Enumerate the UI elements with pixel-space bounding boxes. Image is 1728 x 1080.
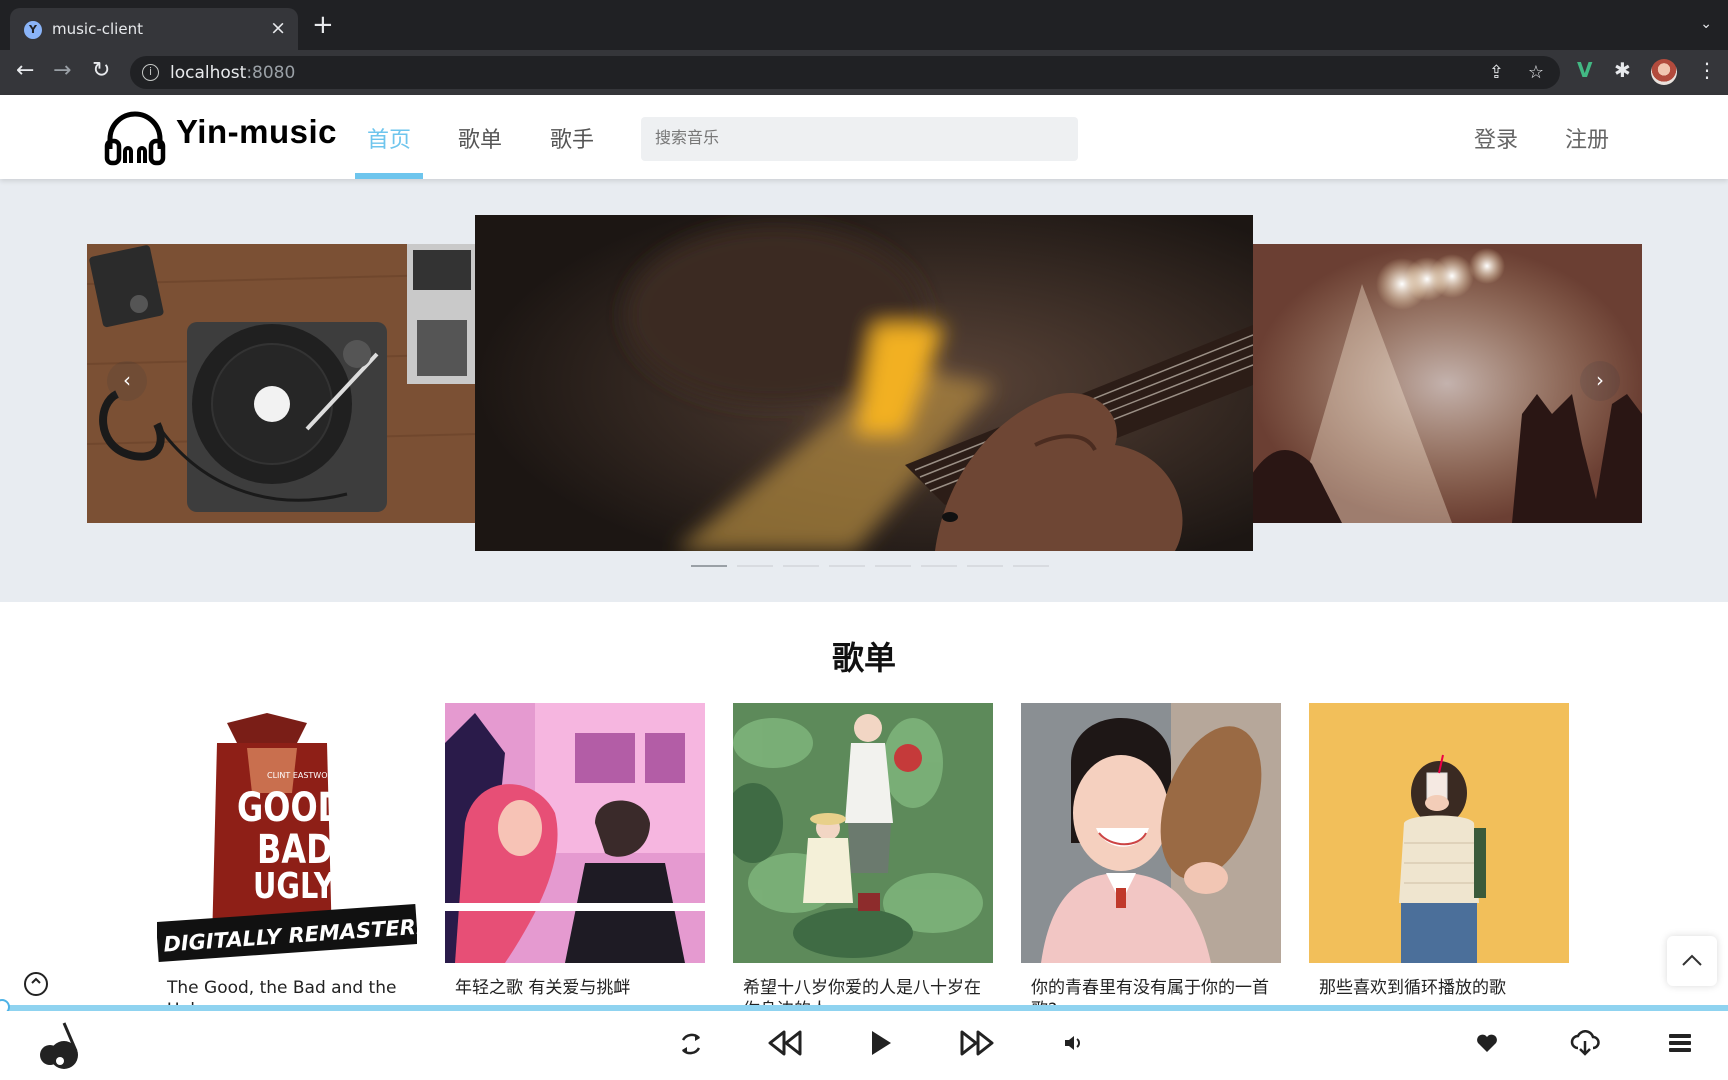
extensions-puzzle-icon[interactable]: ✱ <box>1614 58 1631 82</box>
more-menu-icon[interactable]: ⋮ <box>1697 58 1717 82</box>
back-arrow-icon[interactable]: ← <box>16 60 34 82</box>
share-icon[interactable]: ⇪ <box>1489 62 1504 83</box>
playlist-cover[interactable] <box>733 703 993 963</box>
playlist-menu-icon[interactable] <box>1668 1033 1692 1053</box>
playlist-card[interactable]: 年轻之歌 有关爱与挑衅 <box>445 703 705 999</box>
nav-playlists[interactable]: 歌单 <box>458 122 502 154</box>
carousel-next-arrow-icon[interactable]: › <box>1580 361 1620 401</box>
chevron-up-icon <box>1682 954 1702 966</box>
logo-text[interactable]: Yin-music <box>176 113 337 151</box>
carousel-prev-arrow-icon[interactable]: ‹ <box>107 361 147 401</box>
carousel-indicator[interactable] <box>921 565 957 567</box>
cover-title-good: GOOD <box>237 783 344 830</box>
cover-title-ugly: UGLY <box>253 865 335 907</box>
playlist-card[interactable]: 希望十八岁你爱的人是八十岁在你身边的人 <box>733 703 993 1021</box>
site-header: Yin-music 首页 歌单 歌手 登录 注册 <box>0 95 1728 179</box>
volume-icon[interactable] <box>1063 1034 1085 1052</box>
close-tab-icon[interactable]: × <box>270 17 286 39</box>
browser-tab[interactable]: Y music-client × <box>10 8 298 50</box>
address-bar[interactable]: i localhost:8080 ⇪ ☆ <box>130 56 1560 89</box>
playlist-title[interactable]: 那些喜欢到循环播放的歌 <box>1309 977 1569 999</box>
playlists-section-title: 歌单 <box>831 639 896 677</box>
nav-home[interactable]: 首页 <box>367 122 411 154</box>
search-input[interactable] <box>641 117 1078 161</box>
reload-icon[interactable]: ↻ <box>92 60 110 82</box>
play-icon[interactable] <box>868 1028 894 1058</box>
app-page: Yin-music 首页 歌单 歌手 登录 注册 <box>0 95 1728 1080</box>
loop-icon[interactable] <box>677 1030 705 1058</box>
site-info-icon[interactable]: i <box>142 64 159 81</box>
vue-devtools-icon[interactable]: V <box>1577 58 1592 82</box>
carousel-indicator[interactable] <box>783 565 819 567</box>
browser-tab-strip: Y music-client × + ⌄ <box>0 0 1728 50</box>
back-to-top-button[interactable] <box>1667 936 1717 986</box>
carousel-indicator[interactable] <box>691 565 727 567</box>
tab-title: music-client <box>52 20 143 38</box>
new-tab-icon[interactable]: + <box>312 12 334 38</box>
playlist-title[interactable]: 年轻之歌 有关爱与挑衅 <box>445 977 705 999</box>
heart-icon[interactable] <box>1476 1033 1498 1053</box>
download-cloud-icon[interactable] <box>1570 1030 1600 1056</box>
playlist-cover[interactable] <box>445 703 705 963</box>
carousel-slide-guitar[interactable] <box>475 215 1253 551</box>
vite-favicon-icon: Y <box>24 21 42 39</box>
chevron-up-icon <box>31 977 41 984</box>
collapse-player-button[interactable] <box>24 972 48 996</box>
carousel-indicator[interactable] <box>967 565 1003 567</box>
tab-search-chevron-icon[interactable]: ⌄ <box>1700 16 1712 32</box>
browser-toolbar: ← → ↻ i localhost:8080 ⇪ ☆ <box>0 50 1728 95</box>
playlist-card[interactable]: 你的青春里有没有属于你的一首歌? <box>1021 703 1281 1021</box>
playlist-card[interactable]: 那些喜欢到循环播放的歌 <box>1309 703 1569 999</box>
address-url: localhost:8080 <box>170 63 296 83</box>
bookmark-star-icon[interactable]: ☆ <box>1528 62 1544 83</box>
playlist-cover[interactable] <box>1021 703 1281 963</box>
playlist-cover[interactable] <box>1309 703 1569 963</box>
next-track-icon[interactable] <box>960 1028 994 1058</box>
cover-top-text: CLINT EASTWOOD <box>267 771 340 780</box>
nav-singers[interactable]: 歌手 <box>550 122 594 154</box>
profile-avatar[interactable] <box>1651 59 1677 85</box>
album-cover-icon[interactable] <box>36 1017 92 1073</box>
player-bar <box>0 1011 1728 1080</box>
carousel-indicator[interactable] <box>829 565 865 567</box>
playlist-card[interactable]: CLINT EASTWOOD GOOD BAD UGLY DIGITALLY R… <box>157 703 417 1021</box>
register-link[interactable]: 注册 <box>1565 122 1609 154</box>
carousel-indicator[interactable] <box>1013 565 1049 567</box>
carousel-indicator[interactable] <box>875 565 911 567</box>
previous-track-icon[interactable] <box>768 1028 802 1058</box>
playlist-cover[interactable]: CLINT EASTWOOD GOOD BAD UGLY DIGITALLY R… <box>157 703 417 963</box>
carousel-indicator[interactable] <box>737 565 773 567</box>
headphones-logo-icon[interactable] <box>104 109 166 167</box>
login-link[interactable]: 登录 <box>1474 122 1518 154</box>
active-nav-underline <box>355 173 423 179</box>
forward-arrow-icon[interactable]: → <box>53 60 71 82</box>
